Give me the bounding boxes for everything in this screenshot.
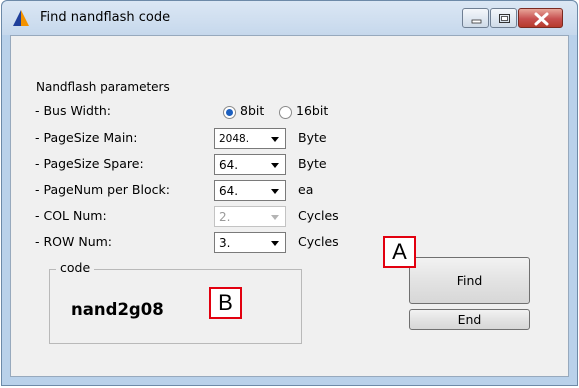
- minimize-icon: [471, 19, 482, 24]
- minimize-button[interactable]: [462, 8, 489, 28]
- page-size-spare-unit: Byte: [298, 156, 327, 171]
- chevron-down-icon: [271, 189, 279, 194]
- page-num-unit: ea: [298, 182, 314, 197]
- close-icon: [534, 12, 549, 26]
- col-num-label: - COL Num:: [35, 208, 107, 223]
- page-num-label: - PageNum per Block:: [35, 182, 170, 197]
- callout-a: A: [383, 236, 416, 268]
- page-size-main-label: - PageSize Main:: [35, 130, 138, 145]
- maximize-button[interactable]: [490, 8, 517, 28]
- close-button[interactable]: [518, 8, 563, 28]
- app-icon: [13, 10, 29, 26]
- chevron-down-icon: [271, 241, 279, 246]
- row-num-value: 3.: [219, 236, 231, 250]
- radio-16bit[interactable]: [279, 106, 292, 119]
- find-button[interactable]: Find: [409, 257, 530, 304]
- chevron-down-icon: [271, 163, 279, 168]
- page-num-value: 64.: [219, 184, 239, 198]
- window-title: Find nandflash code: [40, 10, 171, 25]
- col-num-unit: Cycles: [298, 208, 339, 223]
- code-group-legend: code: [56, 260, 95, 275]
- group-title: Nandflash parameters: [36, 80, 170, 94]
- radio-16bit-label[interactable]: 16bit: [296, 103, 328, 118]
- page-size-spare-label: - PageSize Spare:: [35, 156, 144, 171]
- row-num-select[interactable]: 3.: [214, 232, 286, 253]
- page-size-main-value: 2048.: [219, 133, 250, 145]
- end-button[interactable]: End: [409, 309, 530, 330]
- chevron-down-icon: [271, 137, 279, 142]
- radio-8bit[interactable]: [223, 106, 236, 119]
- chevron-down-icon: [271, 215, 279, 220]
- page-size-spare-value: 64.: [219, 158, 239, 172]
- row-num-unit: Cycles: [298, 234, 339, 249]
- radio-8bit-label[interactable]: 8bit: [240, 103, 264, 118]
- col-num-value: 2.: [219, 210, 231, 224]
- col-num-select: 2.: [214, 206, 286, 227]
- callout-b: B: [209, 287, 242, 319]
- page-size-main-unit: Byte: [298, 130, 327, 145]
- page-num-select[interactable]: 64.: [214, 180, 286, 201]
- row-num-label: - ROW Num:: [35, 234, 113, 249]
- page-size-spare-select[interactable]: 64.: [214, 154, 286, 175]
- page-size-main-select[interactable]: 2048.: [214, 128, 286, 149]
- maximize-icon: [499, 14, 510, 23]
- title-bar[interactable]: Find nandflash code: [2, 1, 577, 35]
- bus-width-label: - Bus Width:: [35, 103, 111, 118]
- code-result: nand2g08: [71, 300, 164, 319]
